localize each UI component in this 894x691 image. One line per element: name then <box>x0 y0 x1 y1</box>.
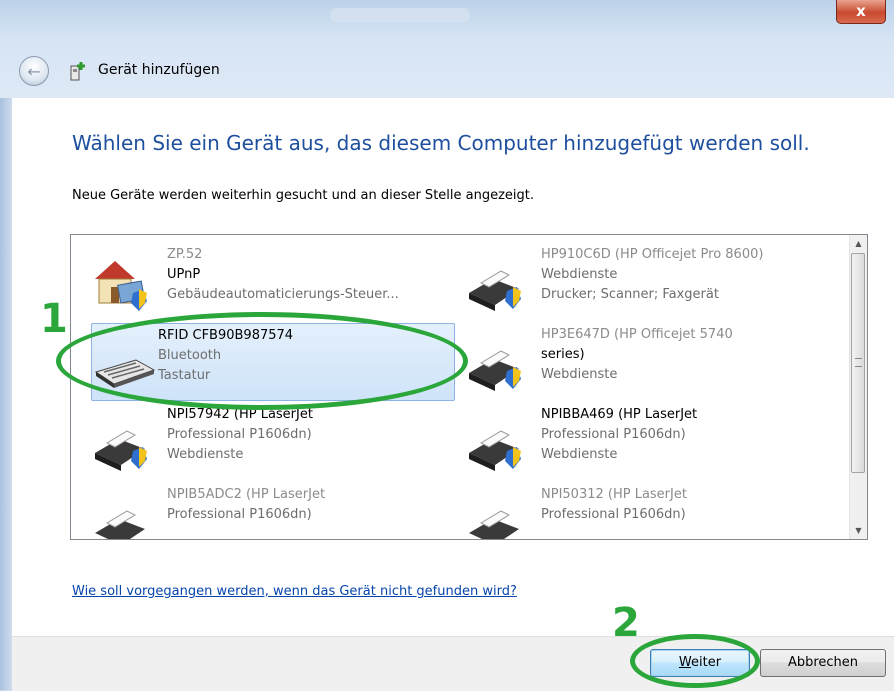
annotation-step-1: 1 <box>40 296 68 342</box>
device-category: Gebäudeautomaticierungs-Steuer... <box>167 287 399 302</box>
printer-icon <box>469 350 521 391</box>
back-button[interactable]: ← <box>19 56 49 86</box>
device-item[interactable]: NPIBBA469 (HP LaserJet Professional P160… <box>451 403 825 481</box>
device-item[interactable]: HP910C6D (HP Officejet Pro 8600) Webdien… <box>451 243 825 321</box>
home-automation-icon <box>95 261 147 311</box>
printer-icon <box>469 510 519 539</box>
printer-icon <box>469 270 521 311</box>
annotation-ellipse-device <box>56 312 468 410</box>
wizard-footer: Weiter Abbrechen <box>12 636 894 691</box>
printer-icon <box>95 430 147 471</box>
annotation-ellipse-next <box>630 634 760 688</box>
printer-icon <box>95 510 145 539</box>
device-item[interactable]: NPI50312 (HP LaserJet Professional P1606… <box>451 483 825 539</box>
device-name: HP910C6D (HP Officejet Pro 8600) <box>541 247 764 262</box>
device-model: Professional P1606dn) <box>541 507 686 522</box>
device-type: UPnP <box>167 267 201 282</box>
help-link[interactable]: Wie soll vorgegangen werden, wenn das Ge… <box>72 584 517 599</box>
device-model: Professional P1606dn) <box>541 427 686 442</box>
close-button[interactable]: x <box>836 0 886 24</box>
window-frame-left <box>0 98 12 690</box>
device-name: ZP.52 <box>167 247 203 262</box>
device-item[interactable]: NPIB5ADC2 (HP LaserJet Professional P160… <box>77 483 451 539</box>
device-type: Webdienste <box>167 447 244 462</box>
device-item[interactable]: NPI57942 (HP LaserJet Professional P1606… <box>77 403 451 481</box>
add-device-icon <box>70 62 85 81</box>
device-name: NPIB5ADC2 (HP LaserJet <box>167 487 326 502</box>
device-type: Webdienste <box>541 267 618 282</box>
background-window-title <box>330 8 470 22</box>
device-name: HP3E647D (HP Officejet 5740 <box>541 327 733 342</box>
device-item[interactable]: HP3E647D (HP Officejet 5740 series) Webd… <box>451 323 825 401</box>
window-title: Gerät hinzufügen <box>98 62 220 78</box>
printer-icon <box>469 430 521 471</box>
close-icon: x <box>856 2 866 20</box>
annotation-step-2: 2 <box>612 600 640 646</box>
device-name-continued: series) <box>541 347 585 362</box>
scrollbar-grip-icon <box>855 358 862 367</box>
device-category: Drucker; Scanner; Faxgerät <box>541 287 719 302</box>
device-item[interactable]: ZP.52 UPnP Gebäudeautomaticierungs-Steue… <box>77 243 451 321</box>
vertical-scrollbar[interactable]: ▲ ▼ <box>849 235 867 539</box>
scroll-up-arrow-icon[interactable]: ▲ <box>850 235 867 252</box>
device-name: NPIBBA469 (HP LaserJet <box>541 407 698 422</box>
device-type: Webdienste <box>541 447 618 462</box>
page-heading: Wählen Sie ein Gerät aus, das diesem Com… <box>72 131 810 155</box>
device-model: Professional P1606dn) <box>167 507 312 522</box>
scrollbar-thumb[interactable] <box>851 253 865 473</box>
back-arrow-icon: ← <box>27 61 41 81</box>
scroll-down-arrow-icon[interactable]: ▼ <box>850 522 867 539</box>
device-model: Professional P1606dn) <box>167 427 312 442</box>
page-subtext: Neue Geräte werden weiterhin gesucht und… <box>72 188 535 203</box>
device-name: NPI50312 (HP LaserJet <box>541 487 687 502</box>
cancel-button[interactable]: Abbrechen <box>760 649 886 677</box>
device-type: Webdienste <box>541 367 618 382</box>
